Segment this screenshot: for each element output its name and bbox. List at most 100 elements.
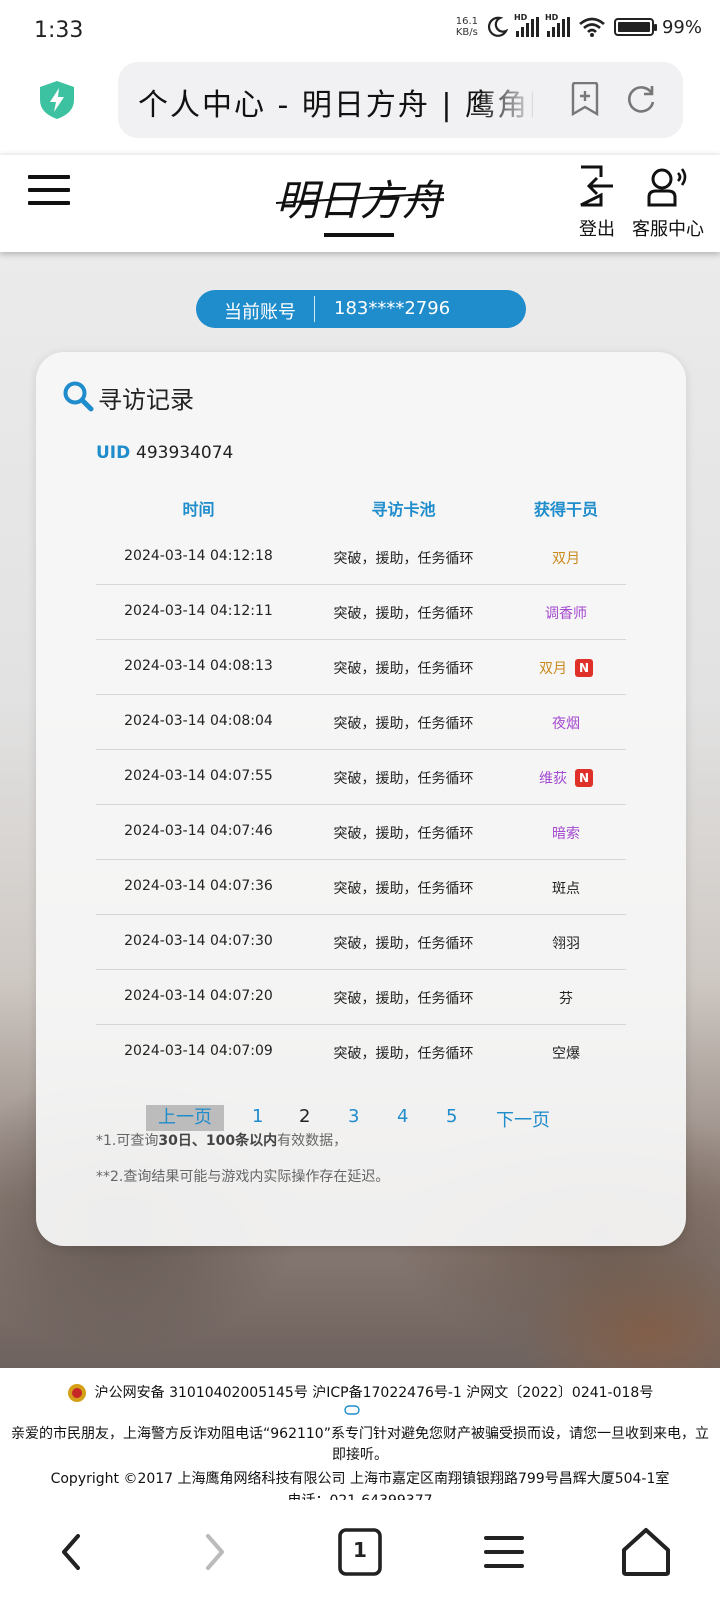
status-bar: 1:33 16.1 KB/s HD HD 99% — [0, 0, 720, 62]
record-operator: 调香师 — [545, 606, 587, 622]
record-time: 2024-03-14 04:07:30 — [124, 933, 273, 949]
record-operator: 双月 — [539, 661, 567, 677]
signal-icon-2: HD — [545, 13, 570, 37]
record-time: 2024-03-14 04:08:04 — [124, 713, 273, 729]
logout-label: 登出 — [579, 219, 615, 240]
hamburger-menu-icon[interactable] — [28, 175, 70, 211]
table-row: 2024-03-14 04:07:36 突破，援助，任务循环 斑点 — [96, 860, 626, 915]
table-row: 2024-03-14 04:07:46 突破，援助，任务循环 暗索 — [96, 805, 626, 860]
record-time: 2024-03-14 04:08:13 — [124, 658, 273, 674]
moon-icon — [488, 16, 508, 37]
record-operator: 空爆 — [552, 1046, 580, 1062]
record-pool: 突破，援助，任务循环 — [333, 826, 474, 842]
uid-label: UID — [96, 443, 131, 463]
record-operator-cell: 调香师 — [506, 603, 626, 623]
record-pool: 突破，援助，任务循环 — [333, 771, 474, 787]
current-account-bar: 当前账号 183****2796 — [196, 290, 526, 328]
record-pool: 突破，援助，任务循环 — [333, 936, 474, 952]
license-line: 沪公网安备 31010402005145号 沪ICP备17022476号-1 沪… — [0, 1382, 720, 1403]
forward-icon[interactable] — [186, 1524, 242, 1580]
record-time: 2024-03-14 04:12:18 — [124, 548, 273, 564]
arknights-logo[interactable]: 明日方舟 — [276, 163, 444, 245]
record-table: 时间 寻访卡池 获得干员 2024-03-14 04:12:18 突破，援助，任务… — [96, 482, 626, 1080]
table-row: 2024-03-14 04:07:09 突破，援助，任务循环 空爆 — [96, 1025, 626, 1080]
page-3-link[interactable]: 3 — [348, 1106, 359, 1127]
home-icon[interactable] — [618, 1524, 674, 1580]
record-operator-cell: 斑点 — [506, 878, 626, 898]
note-1: *1.可查询30日、100条以内有效数据， — [96, 1133, 348, 1149]
table-header: 时间 寻访卡池 获得干员 — [96, 482, 626, 530]
record-time: 2024-03-14 04:07:55 — [124, 768, 273, 784]
page-title-url[interactable]: 个人中心 - 明日方舟 | 鹰角网络 — [138, 80, 533, 124]
record-operator-cell: 暗索 — [506, 823, 626, 843]
menu-icon[interactable] — [476, 1524, 532, 1580]
headhunting-record-card: 寻访记录 UID 493934074 时间 寻访卡池 获得干员 2024-03-… — [36, 352, 686, 1246]
search-icon — [63, 381, 94, 412]
browser-bottom-nav: 1 — [0, 1500, 720, 1600]
new-badge: N — [575, 769, 593, 787]
customer-service-icon — [647, 168, 687, 207]
record-operator: 暗索 — [552, 826, 580, 842]
tabs-button[interactable]: 1 — [332, 1524, 388, 1580]
table-body: 2024-03-14 04:12:18 突破，援助，任务循环 双月 2024-03-1… — [96, 530, 626, 1080]
status-indicators: 16.1 KB/s HD HD 99% — [456, 13, 702, 38]
customer-service-button[interactable]: 客服中心 — [628, 165, 708, 241]
record-operator: 翎羽 — [552, 936, 580, 952]
record-time: 2024-03-14 04:12:11 — [124, 603, 273, 619]
table-row: 2024-03-14 04:07:55 突破，援助，任务循环 维荻 N — [96, 750, 626, 805]
add-bookmark-icon[interactable] — [570, 82, 600, 116]
status-time: 1:33 — [34, 18, 84, 43]
record-operator: 双月 — [552, 551, 580, 567]
record-pool: 突破，援助，任务循环 — [333, 881, 474, 897]
new-badge: N — [575, 659, 593, 677]
page-4-link[interactable]: 4 — [397, 1106, 408, 1127]
record-pool: 突破，援助，任务循环 — [333, 991, 474, 1007]
battery-percent: 99% — [661, 16, 702, 38]
column-header-time: 时间 — [182, 500, 215, 519]
record-time: 2024-03-14 04:07:09 — [124, 1043, 273, 1059]
police-badge-icon — [67, 1384, 86, 1402]
address-bar[interactable]: 个人中心 - 明日方舟 | 鹰角网络 — [118, 62, 683, 138]
record-operator-cell: 维荻 N — [506, 768, 626, 788]
security-shield-icon[interactable] — [38, 80, 76, 120]
record-operator-cell: 芬 — [506, 988, 626, 1008]
customer-service-label: 客服中心 — [632, 219, 704, 240]
uid-value: 493934074 — [136, 443, 234, 463]
table-row: 2024-03-14 04:07:30 突破，援助，任务循环 翎羽 — [96, 915, 626, 970]
anti-fraud-notice: 亲爱的市民朋友，上海警方反诈劝阻电话“962110”系专门针对避免您财产被骗受损… — [11, 1426, 709, 1463]
record-pool: 突破，援助，任务循环 — [333, 606, 474, 622]
record-operator: 维荻 — [539, 771, 567, 787]
record-pool: 突破，援助，任务循环 — [333, 551, 474, 567]
table-row: 2024-03-14 04:12:18 突破，援助，任务循环 双月 — [96, 530, 626, 585]
logout-icon — [580, 165, 613, 207]
table-row: 2024-03-14 04:08:04 突破，援助，任务循环 夜烟 — [96, 695, 626, 750]
site-footer: 沪公网安备 31010402005145号 沪ICP备17022476号-1 沪… — [0, 1368, 720, 1509]
record-operator-cell: 双月 — [506, 548, 626, 568]
logout-button[interactable]: 登出 — [572, 165, 622, 241]
pagination: 上一页 1 2 3 4 5 下一页 — [146, 1105, 616, 1132]
license-text[interactable]: 沪公网安备 31010402005145号 沪ICP备17022476号-1 沪… — [95, 1385, 654, 1401]
record-operator-cell: 翎羽 — [506, 933, 626, 953]
card-title: 寻访记录 — [98, 386, 194, 414]
page-5-link[interactable]: 5 — [446, 1106, 457, 1127]
page-2-current: 2 — [299, 1106, 311, 1127]
back-icon[interactable] — [44, 1524, 100, 1580]
record-operator: 芬 — [559, 991, 573, 1007]
tab-count: 1 — [353, 1538, 367, 1562]
browser-toolbar: 个人中心 - 明日方舟 | 鹰角网络 — [0, 62, 720, 154]
record-pool: 突破，援助，任务循环 — [333, 716, 474, 732]
table-row: 2024-03-14 04:12:11 突破，援助，任务循环 调香师 — [96, 585, 626, 640]
next-page-button[interactable]: 下一页 — [496, 1106, 550, 1132]
record-pool: 突破，援助，任务循环 — [333, 661, 474, 677]
record-operator: 夜烟 — [552, 716, 580, 732]
battery-icon — [613, 18, 657, 36]
wifi-icon — [579, 17, 605, 37]
certification-icon[interactable] — [344, 1404, 360, 1416]
reload-icon[interactable] — [624, 82, 658, 116]
site-header: 明日方舟 登出 客服中心 — [0, 154, 720, 252]
page-1-link[interactable]: 1 — [252, 1106, 263, 1127]
account-label: 当前账号 — [224, 302, 296, 323]
record-operator-cell: 双月 N — [506, 658, 626, 678]
prev-page-button[interactable]: 上一页 — [146, 1105, 224, 1131]
account-value: 183****2796 — [334, 298, 451, 319]
